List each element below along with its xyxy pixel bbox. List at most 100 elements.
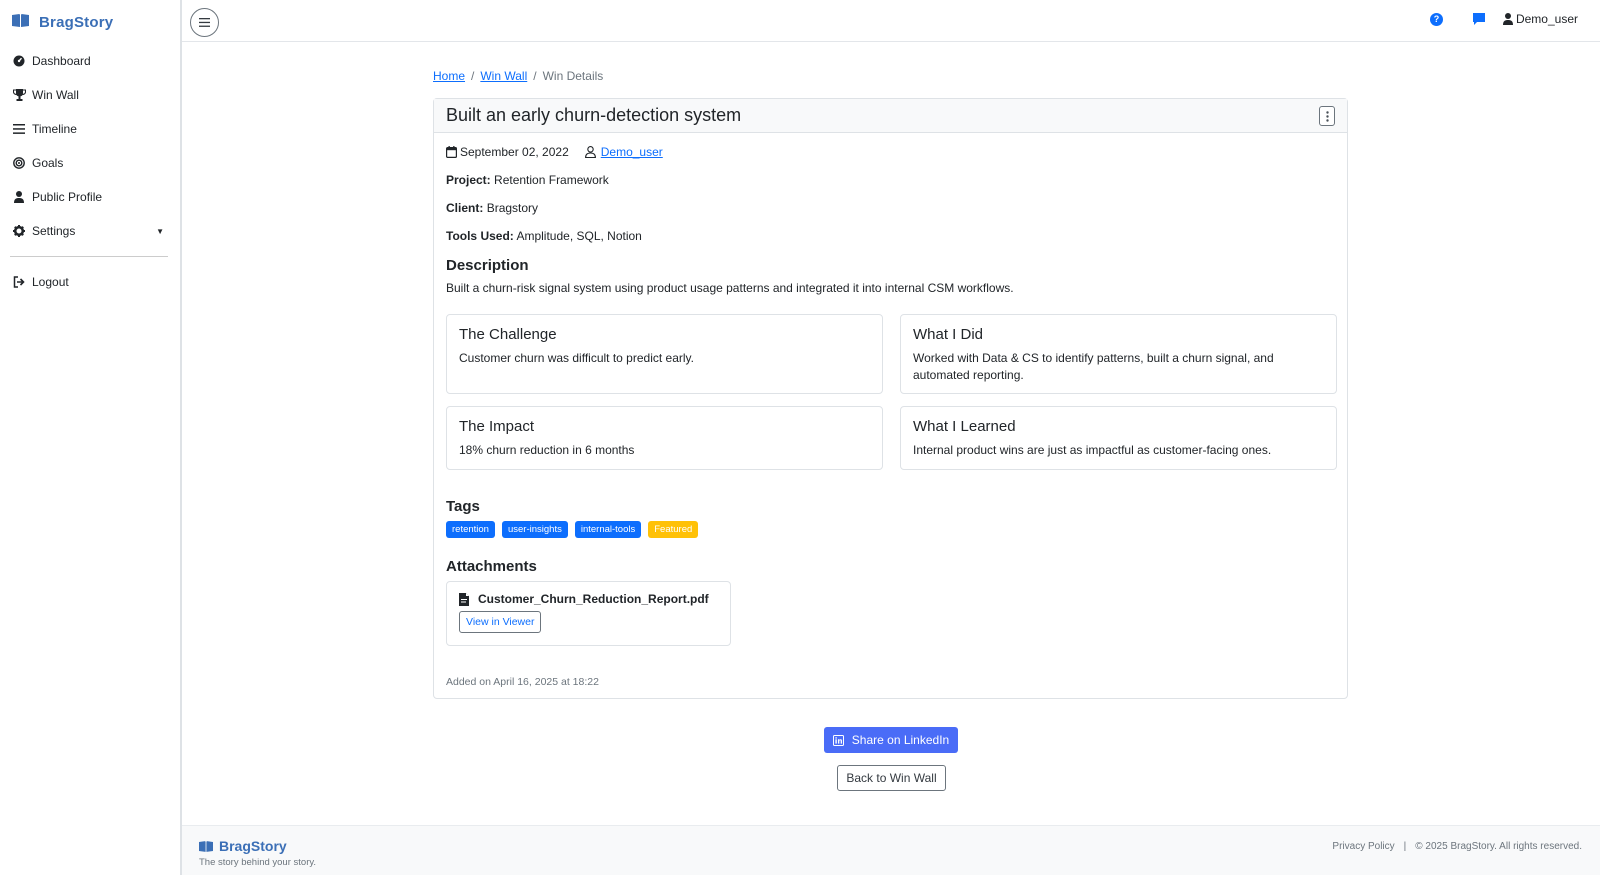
- share-label: Share on LinkedIn: [851, 733, 950, 747]
- linkedin-icon: [832, 734, 844, 746]
- calendar-icon: [446, 146, 457, 158]
- win-card: Built an early churn-detection system Se…: [433, 98, 1348, 699]
- question-circle-icon[interactable]: ?: [1429, 12, 1443, 26]
- win-date-text: September 02, 2022: [460, 145, 569, 159]
- client-value: Bragstory: [486, 201, 539, 215]
- client-label: Client:: [446, 201, 484, 215]
- sidebar-item-public-profile[interactable]: Public Profile: [0, 180, 180, 214]
- footer-brand[interactable]: BragStory: [199, 838, 287, 854]
- what-i-learned-heading: What I Learned: [913, 418, 1016, 435]
- sidebar-item-label: Goals: [32, 156, 64, 170]
- sidebar-divider: [10, 256, 168, 257]
- tags-heading: Tags: [446, 498, 480, 515]
- project-value: Retention Framework: [494, 173, 609, 187]
- pdf-file-icon: [459, 592, 469, 606]
- footer-links: Privacy Policy | © 2025 BragStory. All r…: [1332, 841, 1582, 852]
- footer-separator: |: [1403, 841, 1407, 852]
- topbar-right: ? Demo_user: [1429, 12, 1578, 26]
- tags-list: retention user-insights internal-tools F…: [446, 521, 1335, 538]
- trophy-icon: [12, 88, 26, 102]
- breadcrumb-separator: /: [533, 69, 537, 83]
- sidebar-nav: Dashboard Win Wall Timeline Goals Public…: [0, 44, 180, 248]
- attachment-card: Customer_Churn_Reduction_Report.pdf View…: [446, 581, 731, 646]
- win-date: September 02, 2022: [446, 145, 569, 159]
- topbar: ? Demo_user: [182, 0, 1600, 42]
- logout-icon: [12, 275, 26, 289]
- list-icon: [12, 122, 26, 136]
- tag-badge[interactable]: retention: [446, 521, 495, 538]
- impact-text: 18% churn reduction in 6 months: [459, 443, 635, 457]
- challenge-text: Customer churn was difficult to predict …: [459, 351, 694, 365]
- attachment-name: Customer_Churn_Reduction_Report.pdf: [459, 592, 718, 606]
- more-options-button[interactable]: [1319, 106, 1335, 126]
- project-label: Project:: [446, 173, 491, 187]
- description-text: Built a churn-risk signal system using p…: [446, 281, 1014, 295]
- sidebar-item-label: Settings: [32, 224, 76, 238]
- sidebar-item-goals[interactable]: Goals: [0, 146, 180, 180]
- back-to-win-wall-button[interactable]: Back to Win Wall: [837, 765, 946, 791]
- sidebar-item-label: Dashboard: [32, 54, 91, 68]
- win-author: Demo_user: [584, 145, 663, 159]
- sidebar-item-win-wall[interactable]: Win Wall: [0, 78, 180, 112]
- tools-label: Tools Used:: [446, 229, 514, 243]
- gear-icon: [12, 224, 26, 238]
- sidebar-item-logout[interactable]: Logout: [0, 265, 180, 299]
- share-linkedin-button[interactable]: Share on LinkedIn: [824, 727, 958, 753]
- what-i-learned-box: What I Learned Internal product wins are…: [900, 406, 1337, 470]
- footer-brand-name: BragStory: [219, 838, 287, 854]
- impact-heading: The Impact: [459, 418, 535, 435]
- sidebar-item-label: Win Wall: [32, 88, 79, 102]
- win-card-header: Built an early churn-detection system: [434, 99, 1347, 133]
- story-grid: The Challenge Customer churn was difficu…: [446, 314, 1337, 470]
- chat-icon[interactable]: [1472, 13, 1485, 25]
- brand-name: BragStory: [39, 13, 114, 31]
- challenge-heading: The Challenge: [459, 326, 557, 343]
- attachment-filename: Customer_Churn_Reduction_Report.pdf: [478, 592, 709, 606]
- hamburger-icon: [199, 18, 210, 27]
- breadcrumb-current: Win Details: [542, 69, 604, 83]
- sidebar: BragStory Dashboard Win Wall Timeline Go…: [0, 0, 182, 875]
- logout-label: Logout: [32, 275, 69, 289]
- menu-toggle-button[interactable]: [190, 8, 219, 37]
- user-icon: [12, 190, 26, 204]
- win-title: Built an early churn-detection system: [446, 105, 742, 125]
- footer: BragStory The story behind your story. P…: [182, 825, 1600, 875]
- caret-down-icon: ▼: [156, 226, 164, 236]
- attachments-heading: Attachments: [446, 558, 537, 575]
- kebab-icon: [1325, 110, 1329, 122]
- author-link[interactable]: Demo_user: [601, 145, 663, 159]
- featured-badge: Featured: [648, 521, 699, 538]
- what-i-learned-text: Internal product wins are just as impact…: [913, 443, 1272, 457]
- added-timestamp: Added on April 16, 2025 at 18:22: [446, 676, 599, 688]
- dashboard-icon: [12, 54, 26, 68]
- tools-field: Tools Used: Amplitude, SQL, Notion: [446, 229, 1335, 243]
- sidebar-item-dashboard[interactable]: Dashboard: [0, 44, 180, 78]
- username: Demo_user: [1515, 12, 1578, 26]
- sidebar-brand[interactable]: BragStory: [0, 0, 180, 44]
- client-field: Client: Bragstory: [446, 201, 1335, 215]
- view-in-viewer-button[interactable]: View in Viewer: [459, 611, 542, 633]
- breadcrumb-win-wall[interactable]: Win Wall: [480, 69, 527, 83]
- back-label: Back to Win Wall: [846, 771, 937, 785]
- book-icon: [199, 840, 213, 852]
- tag-badge[interactable]: user-insights: [501, 521, 568, 538]
- breadcrumb-home[interactable]: Home: [433, 69, 465, 83]
- tag-badge[interactable]: internal-tools: [574, 521, 642, 538]
- tools-value: Amplitude, SQL, Notion: [516, 229, 642, 243]
- user-outline-icon: [584, 146, 596, 158]
- project-field: Project: Retention Framework: [446, 173, 1335, 187]
- description-heading: Description: [446, 257, 529, 274]
- privacy-policy-link[interactable]: Privacy Policy: [1332, 841, 1394, 852]
- win-meta: September 02, 2022 Demo_user: [446, 145, 1335, 159]
- sidebar-item-settings[interactable]: Settings ▼: [0, 214, 180, 248]
- what-i-did-box: What I Did Worked with Data & CS to iden…: [900, 314, 1337, 394]
- breadcrumb-separator: /: [471, 69, 475, 83]
- what-i-did-text: Worked with Data & CS to identify patter…: [913, 351, 1274, 382]
- user-menu[interactable]: Demo_user: [1502, 12, 1578, 26]
- footer-tagline: The story behind your story.: [199, 857, 317, 868]
- sidebar-item-timeline[interactable]: Timeline: [0, 112, 180, 146]
- win-card-body: September 02, 2022 Demo_user Project: Re…: [434, 133, 1347, 698]
- user-icon: [1502, 13, 1513, 25]
- book-icon: [12, 13, 29, 31]
- target-icon: [12, 156, 26, 170]
